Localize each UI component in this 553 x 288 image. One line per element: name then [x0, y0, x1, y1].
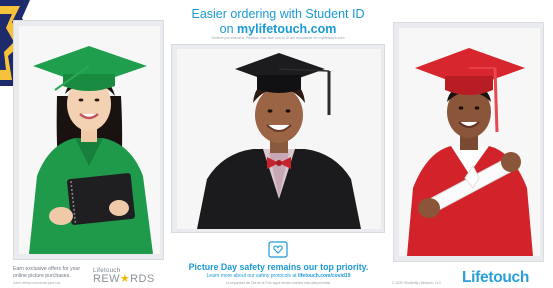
headline-line1: Easier ordering with Student ID [191, 7, 365, 21]
headline-prefix: on [219, 22, 238, 36]
lifetouch-logo[interactable]: Lifetouch [462, 269, 550, 287]
student-photo-green [19, 26, 160, 254]
header-fineprint: Ordene pre-imenero. Pedidos más fácil co… [211, 36, 345, 40]
copyright-text: © 2020 Shutterfly Lifetouch, LLC [392, 281, 442, 285]
rewards-earn-fineprint: Gane ofertas exclusivas para sus [13, 281, 61, 285]
photo-frame-center [171, 44, 385, 233]
rewards-logo-bottom: REW★RDS [93, 273, 155, 285]
headline-line2: on mylifetouch.com [170, 22, 386, 37]
safety-fineprint: La seguridad del Día de la Foto sigue si… [225, 281, 332, 285]
lifetouch-rewards-logo[interactable]: Lifetouch REW★RDS [93, 267, 155, 285]
photo-frame-right [393, 22, 544, 262]
student-photo-red [399, 28, 540, 256]
rewards-earn-text: Earn exclusive offers for your online pi… [13, 266, 81, 279]
shield-heart-icon [268, 241, 288, 258]
photo-frame-left [13, 20, 164, 260]
safety-sub-prefix: Learn more about our safety protocols at [206, 273, 298, 279]
star-icon: ★ [119, 273, 131, 285]
safety-title: Picture Day safety remains our top prior… [188, 262, 369, 272]
covid19-link[interactable]: lifetouch.com/covid19 [298, 273, 351, 279]
mylifetouch-link[interactable]: mylifetouch.com [237, 22, 336, 36]
headline: Easier ordering with Student ID on mylif… [170, 7, 386, 37]
student-photo-black [177, 49, 381, 229]
safety-subtitle: Learn more about our safety protocols at… [176, 273, 381, 279]
